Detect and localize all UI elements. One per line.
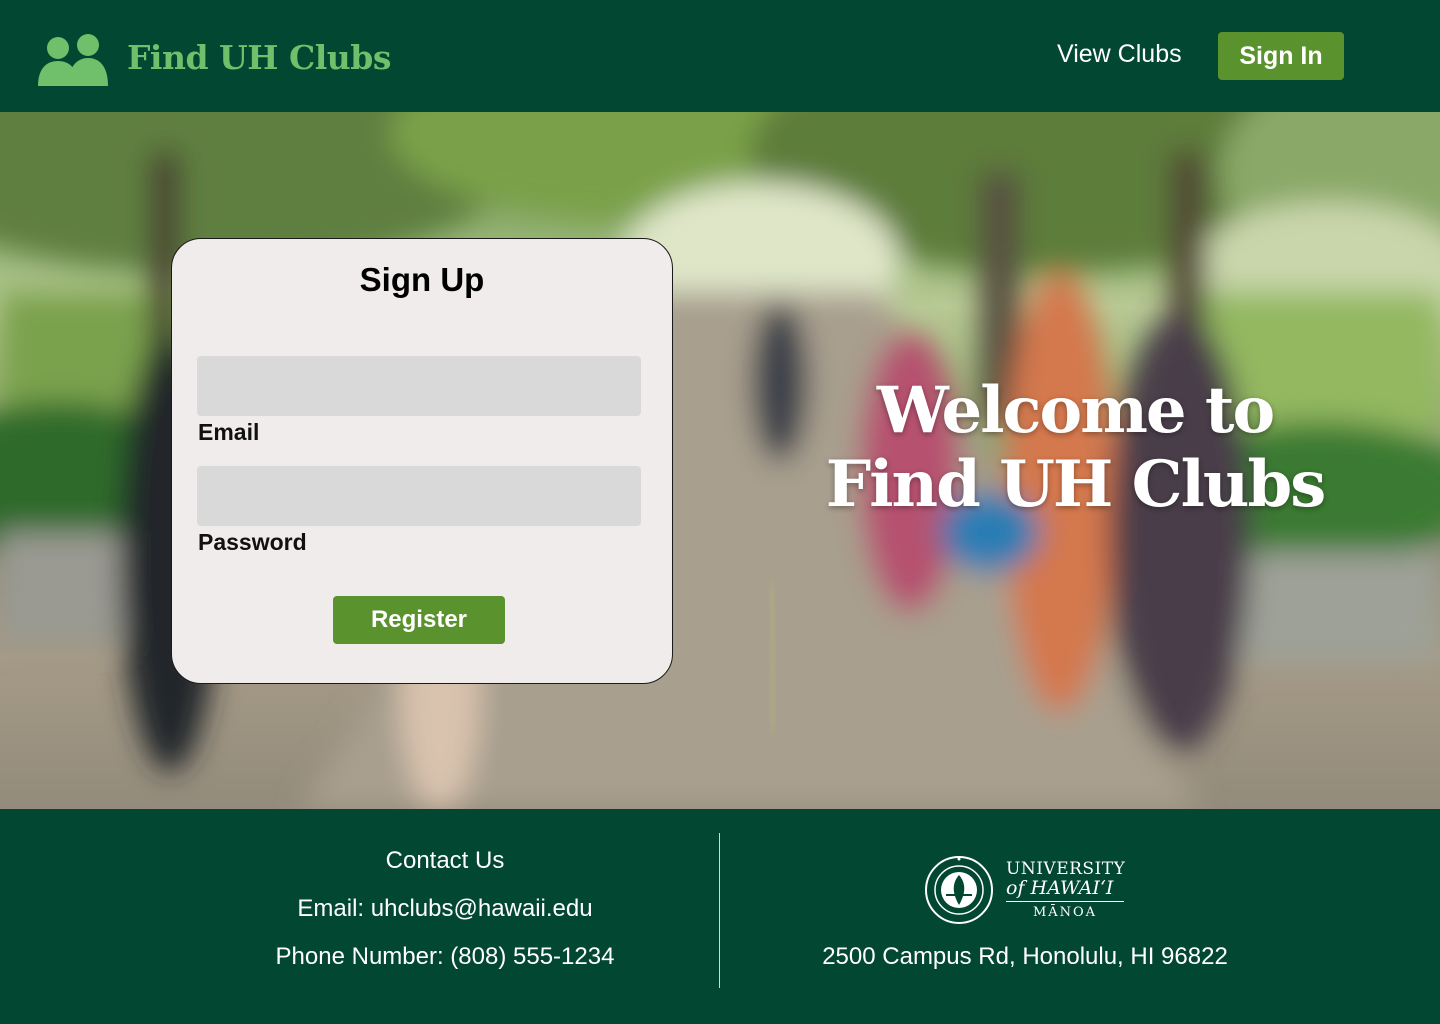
top-nav-bar: Find UH Clubs View Clubs Sign In xyxy=(0,0,1440,112)
contact-title: Contact Us xyxy=(385,847,505,874)
password-label: Password xyxy=(198,529,307,555)
users-icon xyxy=(38,34,108,86)
uh-line-1: UNIVERSITY xyxy=(1006,859,1126,879)
contact-email[interactable]: Email: uhclubs@hawaii.edu xyxy=(170,895,720,943)
uh-rule xyxy=(1006,901,1124,902)
password-field[interactable] xyxy=(197,466,641,526)
uh-line-3: MĀNOA xyxy=(1032,905,1098,920)
uh-wordmark: UNIVERSITY of HAWAI‘I MĀNOA xyxy=(1006,859,1125,920)
brand-title[interactable]: Find UH Clubs xyxy=(127,38,391,77)
welcome-line-1: Welcome to xyxy=(876,373,1275,448)
signup-card: Sign Up Email Password Register xyxy=(171,238,673,684)
footer-divider xyxy=(719,833,720,988)
sign-in-button[interactable]: Sign In xyxy=(1218,32,1344,80)
welcome-line-2: Find UH Clubs xyxy=(825,447,1326,522)
university-seal-icon xyxy=(925,856,993,924)
contact-phone: Phone Number: (808) 555-1234 xyxy=(275,943,615,970)
view-clubs-link[interactable]: View Clubs xyxy=(1057,40,1182,69)
footer: Contact Us Email: uhclubs@hawaii.edu Pho… xyxy=(0,809,1440,1024)
uh-manoa-logo: UNIVERSITY of HAWAI‘I MĀNOA xyxy=(924,853,1134,927)
footer-address: 2500 Campus Rd, Honolulu, HI 96822 xyxy=(822,943,1228,970)
contact-section: Contact Us Email: uhclubs@hawaii.edu Pho… xyxy=(170,847,720,991)
register-button[interactable]: Register xyxy=(333,596,505,644)
email-field[interactable] xyxy=(197,356,641,416)
welcome-heading: Welcome to Find UH Clubs xyxy=(800,374,1350,522)
email-label: Email xyxy=(198,419,260,445)
uh-line-2: of HAWAI‘I xyxy=(1006,877,1114,899)
signup-title: Sign Up xyxy=(359,261,485,298)
